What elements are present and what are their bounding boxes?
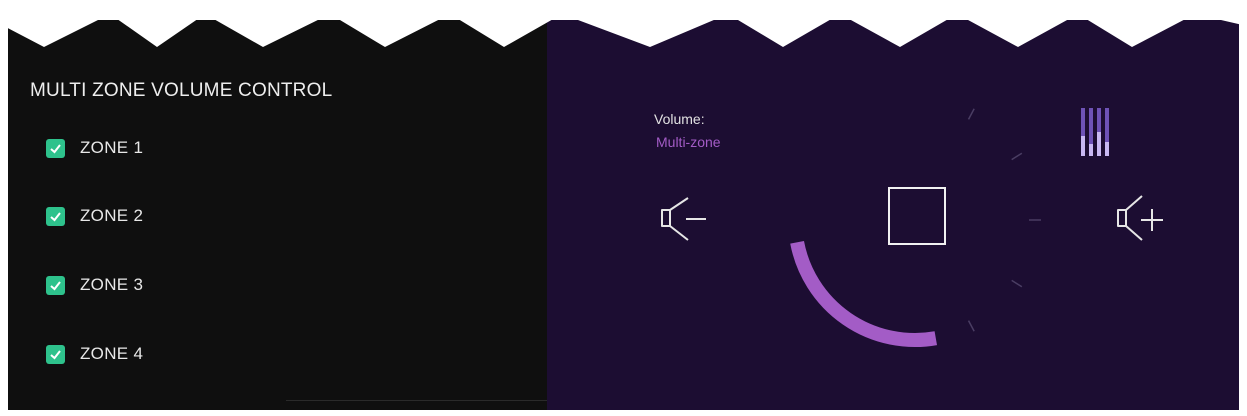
dial-tick (967, 108, 975, 120)
checkbox-checked-icon (46, 206, 65, 226)
zone-4-checkbox[interactable]: ZONE 4 (46, 344, 143, 364)
dial-tick-marks (967, 108, 1041, 332)
zone-2-checkbox[interactable]: ZONE 2 (46, 206, 143, 226)
zone-3-checkbox[interactable]: ZONE 3 (46, 275, 143, 295)
checkbox-checked-icon (46, 138, 65, 158)
dial-tick (1011, 279, 1023, 288)
zone-label: ZONE 3 (80, 275, 144, 294)
zone-1-checkbox[interactable]: ZONE 1 (46, 138, 143, 158)
volume-level-arc (790, 240, 938, 347)
checkbox-checked-icon (46, 275, 65, 295)
volume-mode-label: Multi-zone (656, 134, 721, 150)
zone-label: ZONE 4 (80, 344, 144, 363)
checkbox-checked-icon (46, 344, 65, 364)
torn-paper-edge (0, 0, 1247, 47)
volume-title: Volume: (654, 111, 705, 127)
zone-label: ZONE 2 (80, 206, 144, 225)
dial-tick (1011, 152, 1023, 161)
stop-square-icon[interactable] (888, 187, 946, 245)
equalizer-bars-icon[interactable] (1079, 106, 1115, 160)
zone-label: ZONE 1 (80, 138, 144, 157)
screenshot-stage: MULTI ZONE VOLUME CONTROL ZONE 1 ZONE 2 … (0, 0, 1247, 416)
divider (286, 400, 547, 401)
speaker-minus-icon[interactable] (660, 194, 732, 244)
dial-tick (967, 320, 975, 332)
speaker-plus-icon[interactable] (1110, 190, 1180, 246)
panel-title: MULTI ZONE VOLUME CONTROL (30, 80, 333, 101)
